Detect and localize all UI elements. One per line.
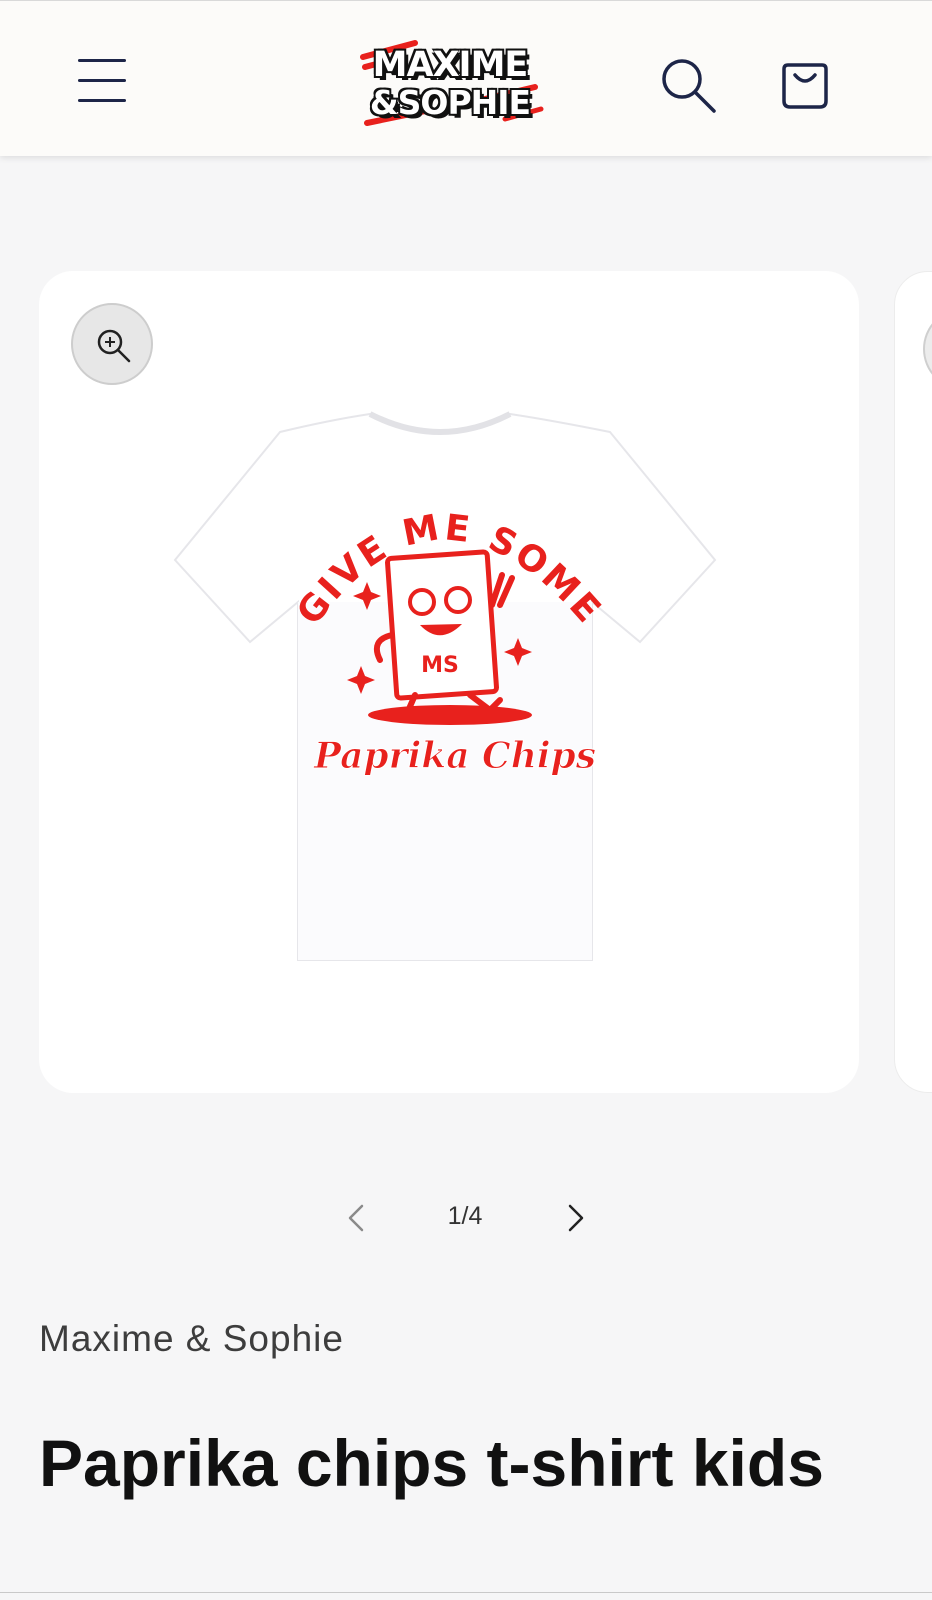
search-button[interactable] xyxy=(660,57,720,117)
menu-button[interactable] xyxy=(72,53,130,109)
chevron-left-icon xyxy=(348,1204,364,1232)
hamburger-icon xyxy=(78,59,126,62)
cart-button[interactable] xyxy=(776,55,834,115)
chevron-right-icon xyxy=(568,1204,584,1232)
tshirt-image: GIVE ME SOME MS Paprika Chips xyxy=(173,411,717,961)
product-page: MAXIME &SOPHIE GIVE ME SOME MS Paprika C… xyxy=(0,0,932,1600)
site-header: MAXIME &SOPHIE xyxy=(0,0,932,156)
cart-bag-icon xyxy=(782,63,828,109)
product-vendor: Maxime & Sophie xyxy=(39,1318,344,1359)
hamburger-icon-line xyxy=(78,99,126,102)
zoom-in-icon xyxy=(97,329,131,363)
brand-logo[interactable]: MAXIME &SOPHIE xyxy=(355,37,545,135)
search-icon xyxy=(662,59,716,113)
divider xyxy=(0,1592,932,1593)
next-slide-button[interactable] xyxy=(560,1200,590,1236)
zoom-button[interactable] xyxy=(71,303,153,385)
hamburger-icon-line xyxy=(78,79,126,82)
next-gallery-slide[interactable] xyxy=(894,271,932,1093)
print-bottom-text: Paprika Chips xyxy=(313,735,596,777)
slide-counter: 1/4 xyxy=(447,1202,483,1230)
previous-slide-button[interactable] xyxy=(342,1200,372,1236)
print-badge: MS xyxy=(421,653,459,678)
logo-text-line1: MAXIME xyxy=(372,45,529,85)
next-zoom-button[interactable] xyxy=(923,308,932,390)
product-title: Paprika chips t-shirt kids xyxy=(39,1426,824,1500)
logo-text-line2: &SOPHIE xyxy=(369,83,531,122)
